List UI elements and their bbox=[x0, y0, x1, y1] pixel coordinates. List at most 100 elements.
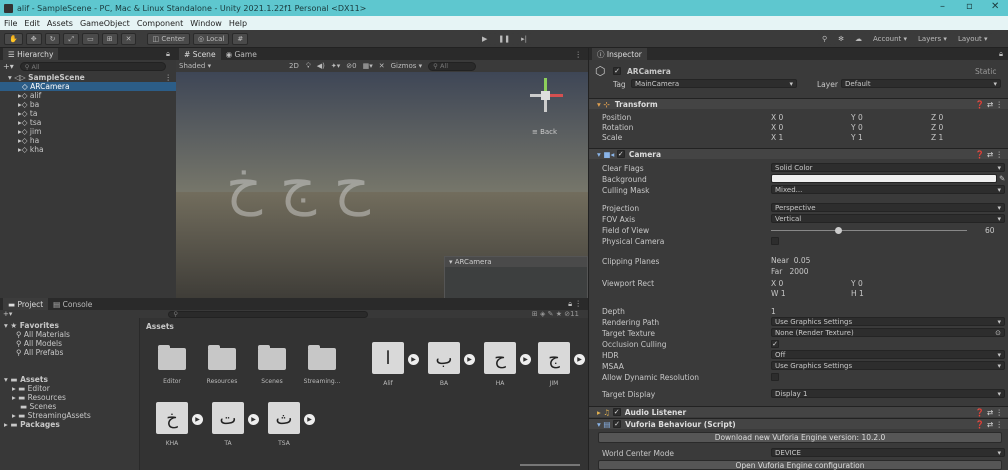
scale-x[interactable]: X 1 bbox=[771, 133, 783, 142]
asset-folder-item[interactable]: ▬ Scenes bbox=[0, 402, 139, 411]
depth-value[interactable]: 1 bbox=[771, 307, 776, 316]
msaa-dropdown[interactable]: Use Graphics Settings ▾ bbox=[771, 361, 1005, 370]
favorite-item[interactable]: ⚲ All Prefabs bbox=[0, 348, 139, 357]
viewport-h[interactable]: H 1 bbox=[851, 289, 864, 298]
asset-texture[interactable]: ج JIM bbox=[534, 342, 574, 387]
maximize-icon[interactable]: ▫ bbox=[966, 1, 973, 12]
gizmos-dropdown[interactable]: Gizmos ▾ bbox=[391, 62, 423, 70]
custom-tool-icon[interactable]: ✕ bbox=[120, 33, 137, 45]
expand-play-icon[interactable]: ▶ bbox=[574, 354, 585, 365]
pause-button[interactable]: ❚❚ bbox=[494, 33, 515, 45]
hierarchy-item[interactable]: ▸◇ ta bbox=[0, 109, 176, 118]
step-button[interactable]: ▸| bbox=[517, 33, 531, 45]
tab-inspector[interactable]: ⓘ Inspector bbox=[592, 48, 647, 60]
hierarchy-item[interactable]: ▸◇ ba bbox=[0, 100, 176, 109]
near-field[interactable]: Near 0.05 bbox=[771, 256, 810, 265]
lock-icon[interactable]: 🔒︎ ⋮ bbox=[568, 299, 582, 309]
component-menu-icon[interactable]: ❓ ⇄ ⋮ bbox=[975, 420, 1003, 429]
scale-z[interactable]: Z 1 bbox=[931, 133, 943, 142]
component-menu-icon[interactable]: ❓ ⇄ ⋮ bbox=[975, 150, 1003, 159]
tag-dropdown[interactable]: MainCamera ▾ bbox=[631, 79, 797, 88]
culling-mask-dropdown[interactable]: Mixed... ▾ bbox=[771, 185, 1005, 194]
hierarchy-search[interactable]: ⚲ All bbox=[19, 62, 166, 71]
camera-settings-icon[interactable]: ▦▾ bbox=[363, 62, 373, 70]
layers-dropdown[interactable]: Layers ▾ bbox=[914, 33, 951, 45]
scale-tool-icon[interactable]: ⤢ bbox=[63, 33, 80, 45]
tab-console[interactable]: ▤ Console bbox=[48, 298, 97, 310]
camera-enabled-checkbox[interactable]: ✓ bbox=[616, 150, 625, 158]
lock-icon[interactable]: 🔒︎ bbox=[166, 49, 170, 59]
menu-component[interactable]: Component bbox=[137, 19, 183, 28]
rotation-y[interactable]: Y 0 bbox=[851, 123, 863, 132]
asset-texture[interactable]: ث TSA bbox=[264, 402, 304, 447]
asset-folder-item[interactable]: ▸ ▬ StreamingAssets bbox=[0, 411, 139, 420]
space-toggle[interactable]: ◎ Local bbox=[192, 33, 230, 45]
hidden-objects-icon[interactable]: ⊘0 bbox=[346, 62, 356, 70]
expand-play-icon[interactable]: ▶ bbox=[464, 354, 475, 365]
hand-tool-icon[interactable]: ✋ bbox=[4, 33, 23, 45]
audio-icon[interactable]: ◀) bbox=[317, 62, 325, 70]
asset-folder[interactable]: Resources bbox=[202, 345, 242, 385]
tab-project[interactable]: ▬ Project bbox=[3, 298, 49, 310]
scene-root[interactable]: ▾ ◁▷ SampleScene ⋮ bbox=[0, 73, 176, 82]
add-icon[interactable]: +▾ bbox=[3, 62, 14, 71]
play-button[interactable]: ▶ bbox=[478, 33, 492, 45]
viewport-y[interactable]: Y 0 bbox=[851, 279, 863, 288]
asset-texture[interactable]: ب BA bbox=[424, 342, 464, 387]
favorites-header[interactable]: ▾ ★ Favorites bbox=[0, 321, 139, 330]
account-dropdown[interactable]: Account ▾ bbox=[869, 33, 912, 45]
fov-slider-handle[interactable] bbox=[835, 227, 842, 234]
asset-texture[interactable]: ح HA bbox=[480, 342, 520, 387]
rotation-x[interactable]: X 0 bbox=[771, 123, 783, 132]
assets-header[interactable]: ▾ ▬ Assets bbox=[0, 375, 139, 384]
expand-play-icon[interactable]: ▶ bbox=[408, 354, 419, 365]
scene-viewport[interactable]: ح ج خ ≡ Back ▾ ARCamera bbox=[176, 72, 588, 322]
menu-assets[interactable]: Assets bbox=[47, 19, 73, 28]
lock-icon[interactable]: 🔒︎ bbox=[999, 49, 1003, 59]
favorite-item[interactable]: ⚲ All Models bbox=[0, 339, 139, 348]
asset-folder[interactable]: Scenes bbox=[252, 345, 292, 385]
close-icon[interactable]: ✕ bbox=[991, 1, 999, 12]
layout-dropdown[interactable]: Layout ▾ bbox=[953, 33, 992, 45]
favorite-item[interactable]: ⚲ All Materials bbox=[0, 330, 139, 339]
rotate-tool-icon[interactable]: ↻ bbox=[44, 33, 61, 45]
fov-slider-track[interactable] bbox=[771, 230, 967, 231]
target-texture-field[interactable]: None (Render Texture) ⊙ bbox=[771, 328, 1005, 337]
lighting-icon[interactable]: 💡︎ bbox=[306, 62, 311, 71]
hierarchy-item[interactable]: ▸◇ ha bbox=[0, 136, 176, 145]
thumbnail-size-slider[interactable] bbox=[520, 464, 580, 466]
static-toggle[interactable]: Static bbox=[975, 67, 996, 76]
audio-listener-header[interactable]: ▸ ♫ ✓ Audio Listener ❓ ⇄ ⋮ bbox=[589, 406, 1008, 417]
far-field[interactable]: Far 2000 bbox=[771, 267, 809, 276]
menu-window[interactable]: Window bbox=[190, 19, 222, 28]
collab-icon[interactable]: ✻ bbox=[834, 33, 849, 45]
search-icon[interactable]: ⚲ bbox=[818, 33, 832, 45]
expand-play-icon[interactable]: ▶ bbox=[304, 414, 315, 425]
transform-tool-icon[interactable]: ⊞ bbox=[101, 33, 118, 45]
add-icon[interactable]: +▾ bbox=[3, 310, 12, 318]
asset-folder[interactable]: Editor bbox=[152, 345, 192, 385]
physical-camera-checkbox[interactable] bbox=[771, 237, 779, 245]
position-y[interactable]: Y 0 bbox=[851, 113, 863, 122]
menu-edit[interactable]: Edit bbox=[24, 19, 40, 28]
asset-folder-item[interactable]: ▸ ▬ Editor bbox=[0, 384, 139, 393]
fov-value[interactable]: 60 bbox=[985, 226, 995, 235]
download-vuforia-button[interactable]: Download new Vuforia Engine version: 10.… bbox=[598, 432, 1002, 443]
packages-header[interactable]: ▸ ▬ Packages bbox=[0, 420, 139, 429]
audio-listener-checkbox[interactable]: ✓ bbox=[612, 408, 621, 416]
asset-texture[interactable]: خ KHA bbox=[152, 402, 192, 447]
menu-help[interactable]: Help bbox=[229, 19, 247, 28]
viewport-w[interactable]: W 1 bbox=[771, 289, 786, 298]
camera-header[interactable]: ▾ ■◂ ✓ Camera ❓ ⇄ ⋮ bbox=[589, 148, 1008, 159]
occlusion-culling-checkbox[interactable]: ✓ bbox=[771, 340, 779, 348]
mode-2d-toggle[interactable]: 2D bbox=[289, 62, 299, 70]
hierarchy-item[interactable]: ▸◇ jim bbox=[0, 127, 176, 136]
project-search[interactable]: ⚲ bbox=[168, 310, 369, 318]
menu-file[interactable]: File bbox=[4, 19, 17, 28]
hierarchy-item[interactable]: ▸◇ kha bbox=[0, 145, 176, 154]
scene-search[interactable]: ⚲ All bbox=[428, 61, 477, 71]
position-x[interactable]: X 0 bbox=[771, 113, 783, 122]
asset-texture[interactable]: ا Alif bbox=[368, 342, 408, 387]
transform-header[interactable]: ▾ ⊹ Transform ❓ ⇄ ⋮ bbox=[589, 98, 1008, 109]
open-vuforia-config-button[interactable]: Open Vuforia Engine configuration bbox=[598, 460, 1002, 470]
